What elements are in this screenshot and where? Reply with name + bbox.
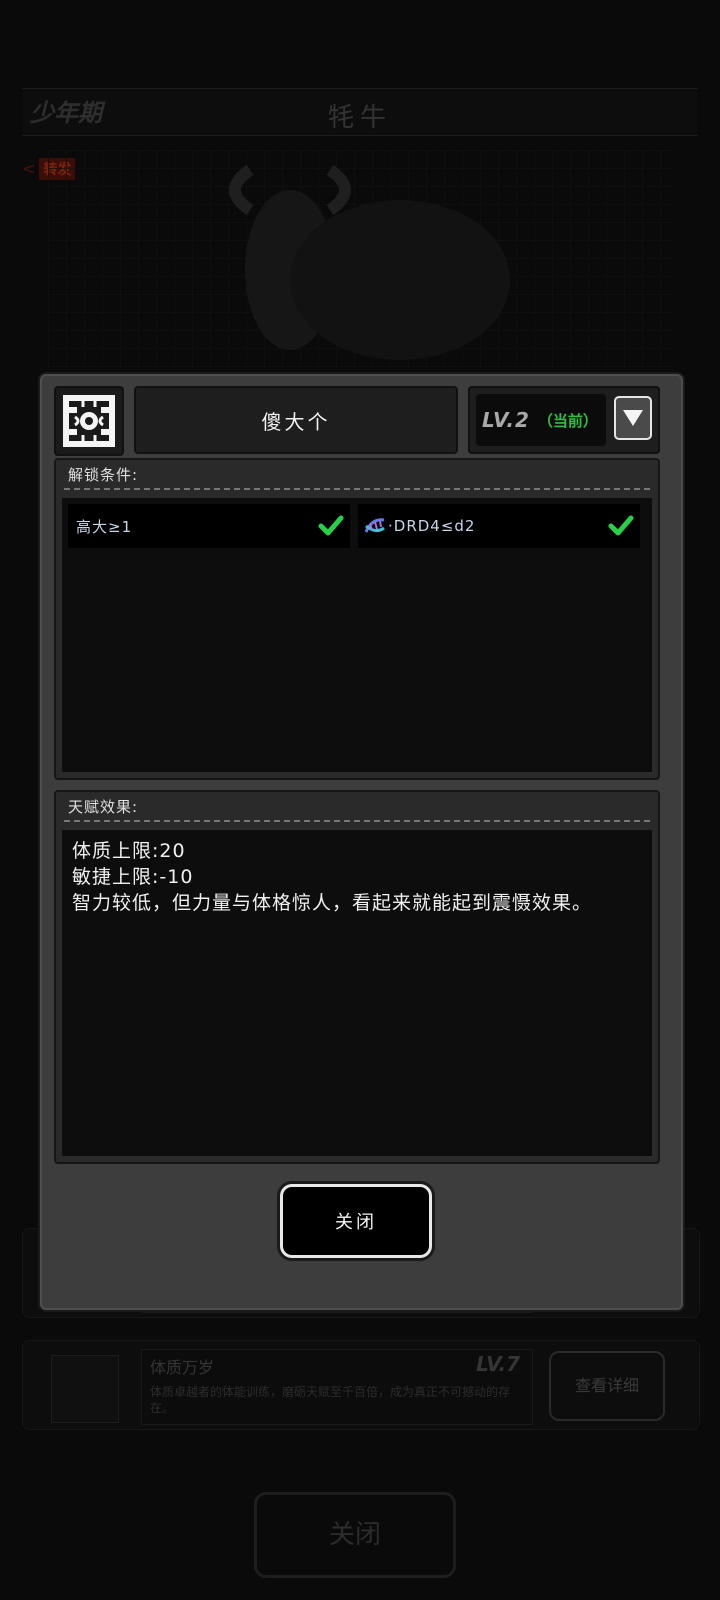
condition-text: 高大≥1 [76, 517, 133, 536]
bg-card-level: LV.7 [476, 1352, 520, 1376]
talent-emblem-icon [63, 395, 115, 447]
talent-detail-dialog: 傻大个 LV.2 （当前） 解锁条件: 高大≥1 ·DRD4≤d2 天赋效果: … [40, 374, 683, 1310]
conditions-list: 高大≥1 ·DRD4≤d2 [62, 498, 652, 772]
triangle-down-icon [623, 410, 643, 426]
yak-image [229, 165, 510, 360]
effects-body: 体质上限:20 敏捷上限:-10 智力较低，但力量与体格惊人，看起来就能起到震慑… [62, 830, 652, 1156]
check-icon [318, 515, 344, 536]
unlock-conditions-section: 解锁条件: 高大≥1 ·DRD4≤d2 [54, 458, 660, 780]
condition-item: 高大≥1 [68, 504, 350, 548]
divider [64, 488, 650, 490]
check-icon [608, 515, 634, 536]
close-button[interactable]: 关闭 [280, 1184, 432, 1258]
bg-card-detail-button: 查看详细 [549, 1351, 665, 1421]
talent-name: 傻大个 [134, 386, 458, 454]
talent-effects-label: 天赋效果: [68, 798, 139, 816]
level-dropdown-button[interactable] [614, 396, 652, 440]
level-text: LV.2 [482, 408, 530, 432]
share-icon: < [22, 159, 36, 178]
level-display: LV.2 （当前） [476, 394, 606, 446]
bg-talent-icon [51, 1355, 119, 1423]
bg-animal-name: 牦牛 [327, 103, 392, 133]
bg-card-title: 体质万岁 [150, 1358, 215, 1377]
effects-text: 体质上限:20 敏捷上限:-10 智力较低，但力量与体格惊人，看起来就能起到震慑… [72, 840, 593, 914]
dna-icon [364, 518, 385, 533]
bg-talent-card: 体质万岁 LV.7 体质卓越者的体能训练，磨砺天赋至千百倍，成为真正不可撼动的存… [22, 1340, 700, 1430]
level-selector[interactable]: LV.2 （当前） [468, 386, 660, 454]
condition-item: ·DRD4≤d2 [358, 504, 640, 548]
unlock-conditions-label: 解锁条件: [68, 466, 139, 484]
bg-card-desc: 体质卓越者的体能训练，磨砺天赋至千百倍，成为真正不可撼动的存在。 [150, 1385, 511, 1415]
talent-icon [54, 386, 124, 456]
divider [64, 820, 650, 822]
condition-text: ·DRD4≤d2 [388, 517, 476, 535]
bg-close-button: 关闭 [254, 1492, 456, 1578]
level-current-tag: （当前） [537, 411, 598, 430]
talent-effects-section: 天赋效果: 体质上限:20 敏捷上限:-10 智力较低，但力量与体格惊人，看起来… [54, 790, 660, 1164]
